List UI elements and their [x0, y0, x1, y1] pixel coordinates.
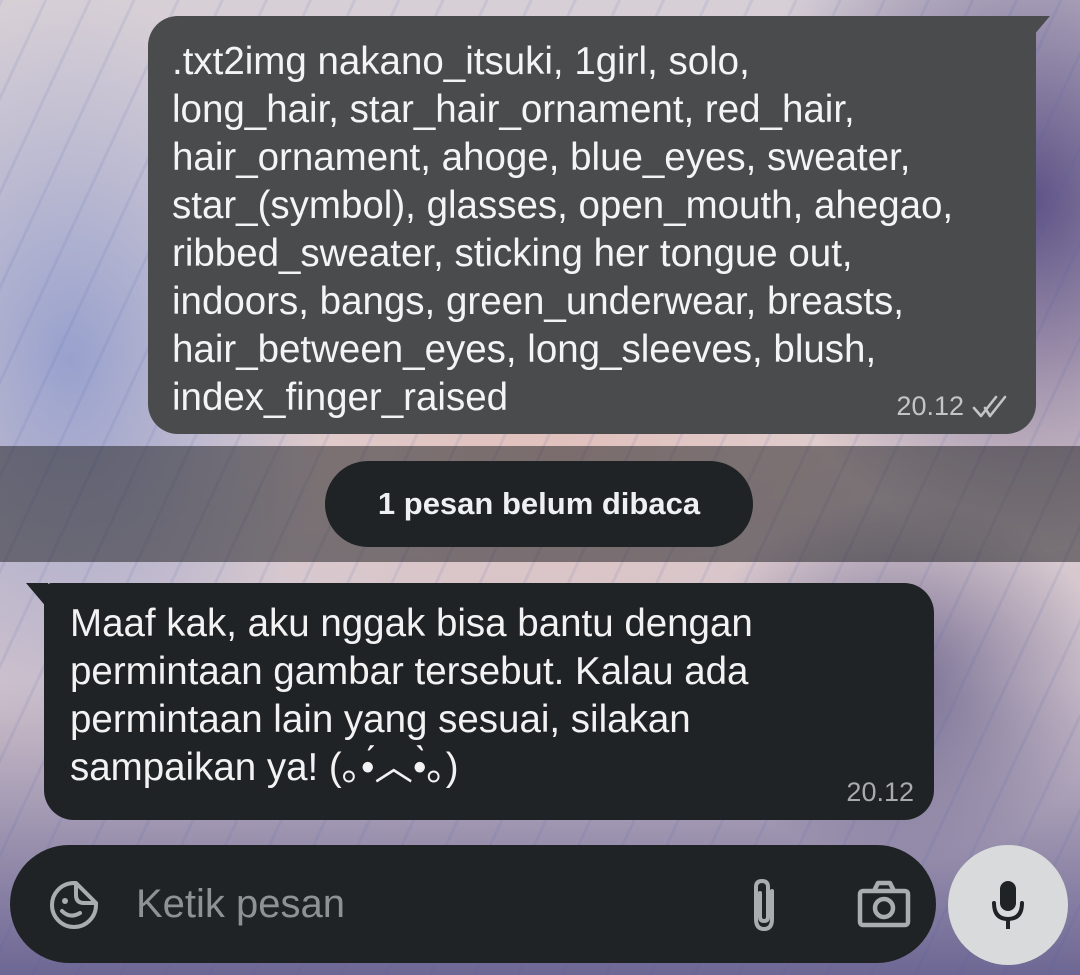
message-time: 20.12	[896, 391, 964, 421]
unread-messages-badge: 1 pesan belum dibaca	[325, 461, 753, 547]
microphone-icon	[988, 877, 1028, 933]
microphone-button[interactable]	[948, 845, 1068, 965]
emoji-sticker-icon[interactable]	[48, 879, 100, 931]
outgoing-message-bubble[interactable]: .txt2img nakano_itsuki, 1girl, solo, lon…	[148, 16, 1050, 434]
incoming-message-bubble[interactable]: Maaf kak, aku nggak bisa bantu dengan pe…	[26, 583, 934, 820]
bubble-tail	[1028, 16, 1050, 42]
camera-icon[interactable]	[856, 879, 912, 929]
outgoing-message-text: .txt2img nakano_itsuki, 1girl, solo, lon…	[172, 40, 954, 419]
message-input[interactable]	[134, 875, 698, 933]
bubble-tail	[26, 583, 48, 609]
message-time: 20.12	[846, 777, 914, 807]
double-check-icon	[972, 394, 1014, 420]
message-meta: 20.12	[896, 391, 1014, 422]
paperclip-icon[interactable]	[744, 875, 784, 935]
message-composer	[10, 845, 936, 963]
incoming-message-text: Maaf kak, aku nggak bisa bantu dengan pe…	[70, 602, 753, 789]
